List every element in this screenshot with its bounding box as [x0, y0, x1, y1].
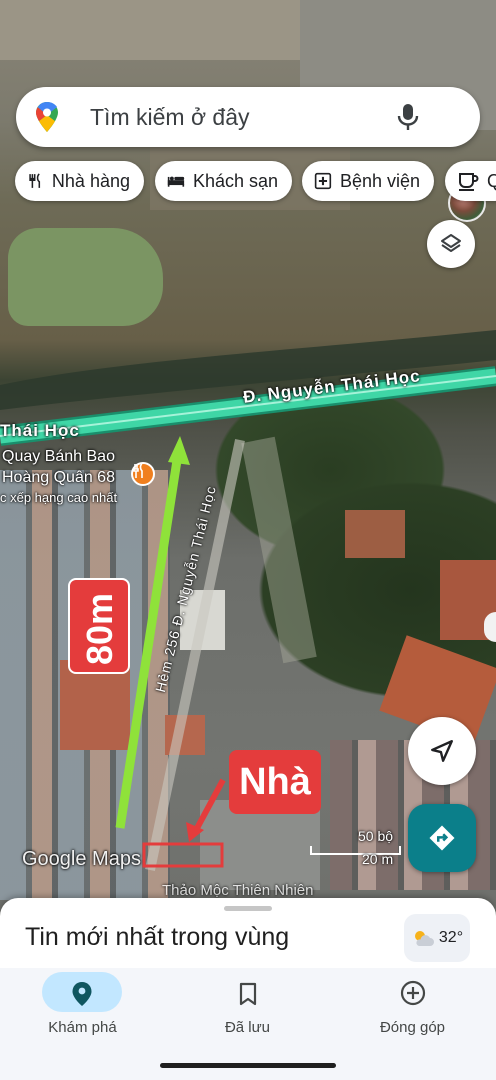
- google-maps-attribution: Google Maps: [22, 848, 141, 870]
- my-location-button[interactable]: [408, 717, 476, 785]
- weather-sun-cloud-icon: [414, 931, 434, 946]
- search-bar[interactable]: Tìm kiếm ở đây: [16, 87, 486, 222]
- directions-icon: [429, 825, 455, 851]
- hotel-icon: [167, 176, 185, 187]
- place-name-line1: Quay Bánh Bao: [2, 448, 115, 465]
- chip-label: Nhà hàng: [51, 170, 130, 191]
- restaurant-pin-icon[interactable]: [131, 462, 155, 486]
- nav-label-contribute: Đóng góp: [379, 1019, 446, 1036]
- distance-annotation: 80m: [68, 578, 130, 674]
- home-indicator[interactable]: [160, 1063, 336, 1068]
- weather-temperature: 32°: [438, 929, 464, 946]
- chip-label: Bệnh viện: [339, 170, 420, 191]
- google-maps-logo-icon: [36, 102, 58, 132]
- place-name: Quay Bánh Bao Hoàng Quân 68: [2, 446, 115, 488]
- layers-button[interactable]: [427, 220, 475, 268]
- chip-label: Q: [486, 170, 496, 191]
- home-annotation: Nhà: [229, 750, 321, 814]
- place-name-line2: Hoàng Quân 68: [2, 469, 115, 486]
- add-circle-icon: [400, 980, 426, 1006]
- place-subtext: c xếp hạng cao nhất: [0, 490, 118, 505]
- bottom-place-label: Thảo Mộc Thiên Nhiên: [162, 882, 314, 899]
- nav-item-contribute[interactable]: Đóng góp: [330, 968, 496, 1048]
- nav-item-saved[interactable]: Đã lưu: [165, 968, 330, 1048]
- sheet-drag-handle[interactable]: [224, 906, 272, 911]
- weather-chip[interactable]: 32°: [404, 914, 470, 962]
- chip-label: Khách sạn: [192, 170, 278, 191]
- coffee-icon: [458, 173, 479, 191]
- main-road-label-left: Thái Học: [0, 421, 80, 440]
- bookmark-icon: [239, 982, 257, 1006]
- layers-icon: [441, 234, 461, 252]
- navigation-arrow-icon: [431, 740, 453, 762]
- hospital-icon: [314, 172, 332, 190]
- side-peek-button[interactable]: [484, 612, 496, 642]
- chip-restaurant[interactable]: Nhà hàng: [15, 161, 144, 201]
- scale-label-feet: 50 bộ: [358, 828, 394, 844]
- restaurant-icon: [29, 173, 41, 188]
- distance-annotation-text: 80m: [79, 592, 120, 666]
- chip-hospital[interactable]: Bệnh viện: [302, 161, 434, 201]
- nav-label-explore: Khám phá: [48, 1019, 117, 1036]
- chip-hotel[interactable]: Khách sạn: [155, 161, 292, 201]
- nav-item-explore[interactable]: Khám phá: [0, 968, 165, 1048]
- nav-label-saved: Đã lưu: [224, 1019, 271, 1036]
- directions-button[interactable]: [408, 804, 476, 872]
- scale-label-meters: 20 m: [362, 851, 394, 867]
- search-input[interactable]: Tìm kiếm ở đây: [90, 104, 250, 131]
- sheet-title: Tin mới nhất trong vùng: [25, 923, 290, 951]
- chip-coffee[interactable]: Q: [445, 161, 496, 201]
- microphone-icon[interactable]: [396, 103, 420, 131]
- location-pin-icon: [72, 982, 92, 1006]
